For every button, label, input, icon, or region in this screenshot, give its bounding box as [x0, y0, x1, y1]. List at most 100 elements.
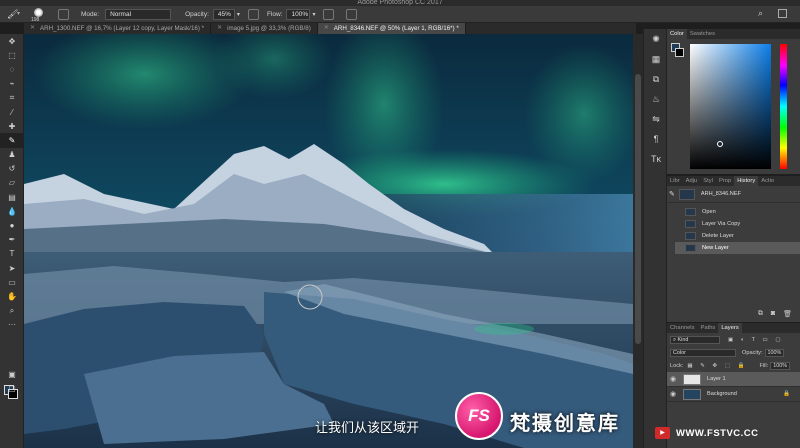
scroll-thumb[interactable] [635, 74, 641, 344]
layer-kind-filter[interactable]: ⌕ Kind [670, 335, 720, 344]
tab-history[interactable]: History [734, 176, 759, 186]
quick-select-tool-icon[interactable]: ⌁ [0, 77, 24, 91]
adjust-icon[interactable]: ⇋ [644, 109, 668, 129]
mode-select[interactable]: Normal [105, 8, 172, 20]
properties-icon[interactable]: ▦ [644, 49, 668, 69]
history-state[interactable]: Delete Layer [675, 230, 800, 242]
close-tab-icon[interactable]: ✕ [217, 23, 222, 34]
move-tool-icon[interactable]: ✥ [0, 34, 24, 48]
search-icon[interactable]: ⌕ [758, 8, 763, 19]
tab-adjustments[interactable]: Adju [683, 176, 701, 186]
tab-layers[interactable]: Layers [718, 323, 742, 333]
history-brush-tool-icon[interactable]: ↺ [0, 162, 24, 176]
fill-input[interactable]: 100% [770, 361, 791, 370]
marquee-tool-icon[interactable]: ⬚ [0, 48, 24, 62]
trash-icon[interactable]: 🗑 [783, 310, 792, 320]
video-subtitle: 让我们从该区域开 [315, 420, 420, 435]
lasso-tool-icon[interactable]: ◌ [0, 62, 24, 76]
visibility-eye-icon[interactable]: ◉ [667, 390, 679, 398]
pressure-opacity-icon[interactable] [247, 8, 259, 20]
layer-opacity-value: 100% [767, 349, 782, 356]
layer-thumbnail [683, 388, 701, 400]
arrange-icon[interactable]: ⧉ [644, 69, 668, 89]
layer-row-layer-1[interactable]: ◉ Layer 1 [667, 372, 800, 387]
dodge-tool-icon[interactable]: ● [0, 218, 24, 232]
screen-mode-icon[interactable]: ▢ [0, 381, 24, 395]
history-state-selected[interactable]: New Layer [675, 242, 800, 254]
tab-styles[interactable]: Styl [700, 176, 716, 186]
gradient-tool-icon[interactable]: ▤ [0, 190, 24, 204]
opacity-value: 45% [217, 10, 231, 18]
flow-chevron-icon[interactable]: ▾ [312, 11, 315, 18]
eraser-tool-icon[interactable]: ▱ [0, 176, 24, 190]
filter-icons[interactable]: ▣ ◐ T ▭ ▢ [728, 337, 784, 343]
close-tab-icon[interactable]: ✕ [324, 23, 329, 34]
airbrush-icon[interactable] [323, 8, 335, 20]
tab-arh-1300[interactable]: ✕ ARH_1300.NEF @ 16,7% (Layer 12 copy, L… [24, 23, 212, 34]
document-canvas[interactable] [24, 34, 633, 448]
pressure-size-icon[interactable] [346, 8, 358, 20]
blend-row: Color Opacity: 100% [667, 346, 800, 359]
more-tools-icon[interactable]: ··· [0, 318, 24, 332]
type-tool-icon[interactable]: T [0, 247, 24, 261]
tab-libraries[interactable]: Libr [667, 176, 683, 186]
layer-name: Layer 1 [707, 376, 726, 382]
tab-actions[interactable]: Actio [758, 176, 777, 186]
color-panel-background-swatch[interactable] [675, 48, 684, 57]
brush-tool-icon[interactable]: ✎ [0, 133, 24, 148]
blur-tool-icon[interactable]: 💧 [0, 204, 24, 218]
flow-input[interactable]: 100% [286, 8, 311, 20]
opacity-input[interactable]: 45% [212, 8, 235, 20]
workspace-icon[interactable] [778, 9, 787, 18]
eyedropper-tool-icon[interactable]: ⁄ [0, 105, 24, 119]
tab-channels[interactable]: Channels [667, 323, 698, 333]
tab-image-5[interactable]: ✕ image 5.jpg @ 33,3% (RGB/8) [211, 23, 318, 34]
history-state-icon [685, 208, 696, 216]
history-brush-source-icon[interactable]: ✎ [669, 190, 675, 198]
layer-opacity-input[interactable]: 100% [764, 348, 785, 357]
layer-name: Background [707, 391, 737, 397]
tool-preset-chevron-icon[interactable]: ▾ [17, 10, 20, 17]
tab-color[interactable]: Color [667, 29, 687, 39]
color-picker-field[interactable] [690, 44, 771, 169]
zoom-tool-icon[interactable]: ⌕ [0, 304, 24, 318]
layers-panel-tabs: Channels Paths Layers [667, 323, 800, 333]
layer-thumbnail [683, 373, 701, 385]
hand-tool-icon[interactable]: ✋ [0, 289, 24, 303]
history-state[interactable]: Layer Via Copy [675, 218, 800, 230]
history-state[interactable]: Open [675, 206, 800, 218]
kind-label: Kind [677, 336, 689, 343]
tab-swatches[interactable]: Swatches [687, 29, 718, 39]
history-snapshot[interactable]: ✎ ARH_8346.NEF [667, 186, 800, 203]
settings-panel-icon[interactable]: ✺ [644, 29, 668, 49]
opacity-label: Opacity: [185, 10, 209, 18]
healing-brush-tool-icon[interactable]: ✚ [0, 119, 24, 133]
mode-value: Normal [110, 10, 132, 18]
visibility-eye-icon[interactable]: ◉ [667, 375, 679, 383]
pen-tool-icon[interactable]: ✒ [0, 233, 24, 247]
lock-icons[interactable]: ▦ ✎ ✥ ⬚ 🔒 [687, 363, 747, 369]
canvas-vertical-scrollbar[interactable] [633, 34, 643, 448]
brush-settings-icon[interactable] [58, 8, 69, 20]
opacity-chevron-icon[interactable]: ▾ [237, 11, 240, 18]
blend-mode-select[interactable]: Color [670, 348, 736, 357]
layer-row-background[interactable]: ◉ Background 🔒 [667, 387, 800, 402]
camera-icon[interactable]: ◙ [771, 310, 775, 320]
tab-properties[interactable]: Prop [716, 176, 734, 186]
glyphs-icon[interactable]: Tκ [644, 149, 668, 169]
crop-tool-icon[interactable]: ⌗ [0, 91, 24, 105]
hue-slider[interactable] [780, 44, 787, 169]
panel-icon-strip: ✺ ▦ ⧉ ♨ ⇋ ¶ Tκ [643, 29, 667, 448]
tab-arh-8346[interactable]: ✕ ARH_8346.NEF @ 50% (Layer 1, RGB/16*) … [317, 23, 466, 34]
history-panel: Libr Adju Styl Prop History Actio ✎ ARH_… [667, 176, 800, 322]
brush-presets-icon[interactable]: ♨ [644, 89, 668, 109]
character-icon[interactable]: ¶ [644, 129, 668, 149]
new-document-from-state-icon[interactable]: ⧉ [758, 310, 763, 320]
quick-mask-icon[interactable]: ▣ [0, 367, 24, 381]
brush-preset-picker[interactable]: 198 [28, 7, 50, 23]
tab-paths[interactable]: Paths [698, 323, 719, 333]
close-tab-icon[interactable]: ✕ [30, 23, 35, 34]
clone-stamp-tool-icon[interactable]: ♟ [0, 148, 24, 162]
path-selection-tool-icon[interactable]: ➤ [0, 261, 24, 275]
rectangle-tool-icon[interactable]: ▭ [0, 275, 24, 289]
